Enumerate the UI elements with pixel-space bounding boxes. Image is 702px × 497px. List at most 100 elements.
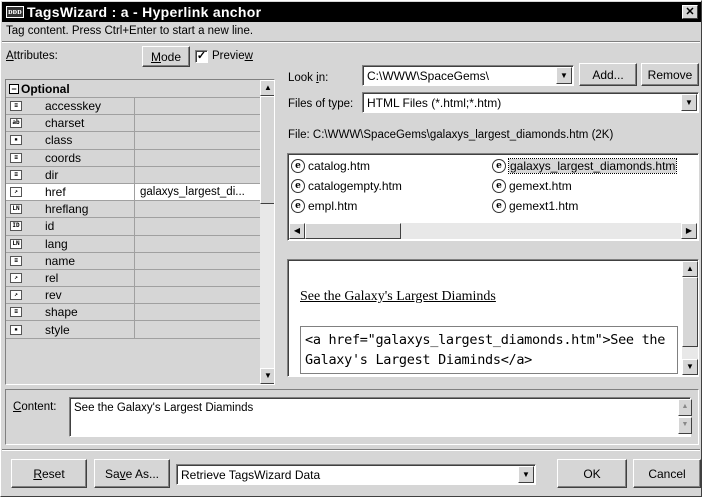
content-field[interactable]: See the Galaxy's Largest Diaminds [69, 397, 691, 437]
group-title: Optional [21, 81, 70, 96]
attribute-row-style[interactable]: ▪ style [6, 321, 260, 339]
attribute-row-rel[interactable]: ↗ rel [6, 269, 260, 288]
attribute-value[interactable]: galaxys_largest_di... [134, 183, 260, 201]
scroll-right-arrow-icon[interactable]: ▶ [681, 223, 697, 239]
ok-button[interactable]: OK [557, 459, 627, 488]
file-item[interactable]: e gemext.htm [492, 177, 572, 194]
attribute-name: lang [45, 236, 68, 251]
content-scroll-up-arrow-icon[interactable]: ▲ [678, 399, 692, 416]
save-as-button[interactable]: Sa v e As... [94, 459, 170, 488]
attribute-type-icon: ≡ [10, 255, 22, 266]
group-header-optional[interactable]: − Optional [6, 80, 260, 98]
html-file-icon: e [492, 198, 506, 213]
attributes-grid[interactable]: − Optional ≡ accesskey ab charset ▪ class ≡ coo… [5, 79, 275, 385]
attribute-name: rev [45, 288, 62, 303]
file-item[interactable]: e galaxys_largest_diamonds.htm [492, 157, 678, 174]
file-name: gemext1.htm [509, 198, 579, 213]
attribute-value[interactable] [134, 115, 260, 132]
attribute-row-dir[interactable]: ≡ dir [6, 166, 260, 184]
content-label: Content: [13, 401, 57, 413]
preview-label: Preview [212, 50, 253, 62]
attribute-row-href[interactable]: ↗ href galaxys_largest_di... [6, 183, 260, 202]
file-item[interactable]: e catalogempty.htm [291, 177, 402, 194]
scroll-up-arrow-icon[interactable]: ▲ [682, 261, 698, 277]
dropdown-arrow-icon[interactable]: ▼ [681, 94, 697, 111]
attribute-name: id [45, 219, 55, 234]
files-type-select[interactable]: HTML Files (*.html;*.htm) ▼ [362, 92, 699, 113]
attribute-value[interactable] [134, 304, 260, 321]
attribute-type-icon: ↗ [10, 272, 22, 283]
file-name: empl.htm [308, 198, 358, 213]
attribute-row-accesskey[interactable]: ≡ accesskey [6, 98, 260, 116]
attribute-type-icon: LN [10, 204, 22, 215]
html-file-icon: e [291, 198, 305, 213]
scroll-thumb[interactable] [260, 96, 274, 204]
attribute-value[interactable] [134, 149, 260, 166]
attribute-row-rev[interactable]: ↗ rev [6, 287, 260, 305]
close-button[interactable]: ✕ [682, 5, 698, 19]
attribute-value[interactable] [134, 287, 260, 304]
attribute-value[interactable] [134, 201, 260, 218]
attribute-row-hreflang[interactable]: LN hreflang [6, 201, 260, 219]
attribute-row-class[interactable]: ▪ class [6, 132, 260, 150]
attribute-value[interactable] [134, 132, 260, 149]
preview-scrollbar[interactable]: ▲ ▼ [682, 261, 698, 375]
attributes-scrollbar[interactable]: ▲ ▼ [260, 80, 274, 384]
attribute-value[interactable] [134, 218, 260, 235]
attribute-row-charset[interactable]: ab charset [6, 115, 260, 133]
scroll-left-arrow-icon[interactable]: ◀ [289, 223, 305, 239]
attribute-value[interactable] [134, 252, 260, 269]
add-button[interactable]: Add... [579, 63, 637, 86]
scroll-down-arrow-icon[interactable]: ▼ [260, 368, 274, 384]
file-list-scrollbar[interactable]: ◀ ▶ [289, 223, 697, 239]
attribute-name: name [45, 253, 76, 268]
attribute-type-icon: ▪ [10, 135, 22, 146]
dropdown-arrow-icon[interactable]: ▼ [518, 466, 534, 483]
attribute-value[interactable] [134, 98, 260, 115]
content-scroll-down-arrow-icon[interactable]: ▼ [678, 417, 692, 434]
action-select[interactable]: Retrieve TagsWizard Data ▼ [176, 464, 536, 485]
look-in-select[interactable]: C:\WWW\SpaceGems\ ▼ [362, 65, 574, 86]
html-file-icon: e [291, 158, 305, 173]
attribute-type-icon: ≡ [10, 152, 22, 163]
mode-button[interactable]: Mode [142, 46, 190, 67]
preview-link[interactable]: See the Galaxy's Largest Diaminds [300, 289, 496, 305]
attribute-type-icon: ID [10, 221, 22, 232]
attribute-value[interactable] [134, 235, 260, 252]
title-bar[interactable]: ᴅᴅᴅ TagsWizard : a - Hyperlink anchor ✕ [2, 2, 701, 22]
attribute-value[interactable] [134, 321, 260, 338]
file-name: gemext.htm [509, 178, 572, 193]
scroll-down-arrow-icon[interactable]: ▼ [682, 359, 698, 375]
cancel-button[interactable]: Cancel [633, 459, 701, 488]
attribute-row-shape[interactable]: ≡ shape [6, 304, 260, 322]
attribute-value[interactable] [134, 166, 260, 183]
mode-accel: M [150, 49, 161, 64]
preview-pane[interactable]: See the Galaxy's Largest Diaminds <a hre… [287, 259, 699, 377]
attribute-row-coords[interactable]: ≡ coords [6, 149, 260, 167]
preview-checkbox[interactable]: ✓ [195, 50, 208, 63]
scroll-thumb[interactable] [682, 277, 698, 347]
pane-splitter[interactable] [278, 45, 282, 387]
file-info: File: C:\WWW\SpaceGems\galaxys_largest_d… [288, 129, 614, 141]
reset-button[interactable]: Reset [11, 459, 87, 488]
remove-button[interactable]: Remove [641, 63, 699, 86]
attribute-type-icon: ↗ [10, 187, 22, 198]
file-item[interactable]: e empl.htm [291, 197, 357, 214]
attribute-value[interactable] [134, 269, 260, 287]
attribute-type-icon: ≡ [10, 101, 22, 112]
attribute-row-id[interactable]: ID id [6, 218, 260, 236]
collapse-icon[interactable]: − [9, 83, 19, 94]
mode-label-rest: ode [160, 49, 182, 64]
dropdown-arrow-icon[interactable]: ▼ [556, 67, 572, 84]
scroll-thumb[interactable] [305, 223, 401, 239]
file-item[interactable]: e catalog.htm [291, 157, 370, 174]
window-title: TagsWizard : a - Hyperlink anchor [27, 4, 262, 20]
scroll-up-arrow-icon[interactable]: ▲ [260, 80, 274, 96]
attribute-name: hreflang [45, 202, 89, 217]
attribute-name: href [45, 185, 66, 200]
app-icon: ᴅᴅᴅ [6, 6, 24, 18]
file-list[interactable]: e catalog.htm e catalogempty.htm e empl.htm e g… [287, 153, 699, 241]
attribute-row-name[interactable]: ≡ name [6, 252, 260, 270]
file-item[interactable]: e gemext1.htm [492, 197, 578, 214]
attribute-row-lang[interactable]: LN lang [6, 235, 260, 253]
